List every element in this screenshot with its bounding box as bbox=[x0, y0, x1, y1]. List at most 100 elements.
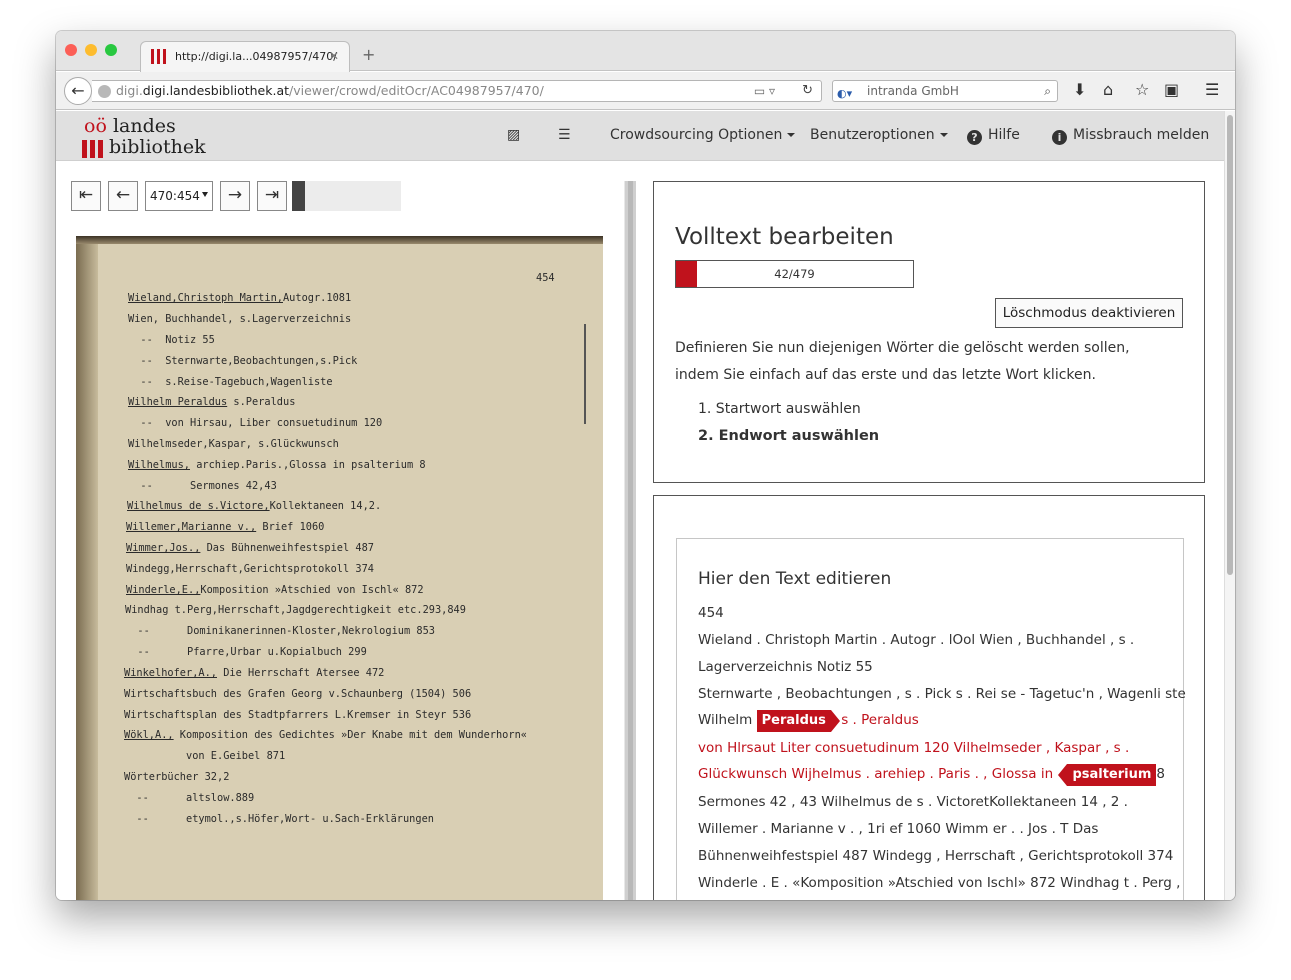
help-link[interactable]: ? Hilfe bbox=[967, 127, 1020, 145]
bookmark-star-icon[interactable]: ☆ bbox=[1135, 80, 1149, 99]
new-tab-button[interactable]: + bbox=[362, 45, 375, 64]
scan-top-edge bbox=[76, 236, 603, 244]
end-word-marker[interactable]: psalterium bbox=[1058, 764, 1157, 786]
download-icon[interactable]: ⬇ bbox=[1073, 80, 1086, 99]
image-view-icon[interactable]: ▨ bbox=[507, 127, 520, 143]
list-view-icon[interactable]: ☰ bbox=[558, 127, 571, 143]
search-icon[interactable]: ⌕ bbox=[1044, 81, 1051, 101]
scan-line: Winderle,E.,Komposition »Atschied von Is… bbox=[126, 584, 424, 596]
ocr-selected-line[interactable]: von Hlrsaut Liter consuetudinum 120 Vilh… bbox=[698, 740, 1129, 756]
splitter-handle[interactable] bbox=[628, 181, 633, 900]
panel-splitter[interactable] bbox=[624, 181, 636, 900]
scan-line: Willemer,Marianne v., Brief 1060 bbox=[126, 521, 324, 533]
scan-entry-text: -- Dominikanerinnen-Kloster,Nekrologium … bbox=[125, 625, 435, 637]
scan-line: Wien, Buchhandel, s.Lagerverzeichnis bbox=[128, 313, 351, 325]
disable-delete-mode-button[interactable]: Löschmodus deaktivieren bbox=[995, 298, 1183, 328]
browser-tab[interactable]: http://digi.la...04987957/470/ ✕ bbox=[140, 41, 350, 72]
reader-view-icon[interactable]: ▭ ▿ bbox=[754, 81, 775, 101]
start-word-marker[interactable]: Peraldus bbox=[756, 710, 841, 732]
library-logo[interactable]: oö landes bibliothek bbox=[82, 115, 222, 159]
edit-fulltext-panel: Volltext bearbeiten 42/479 Löschmodus de… bbox=[653, 181, 1205, 483]
text-edit-box: Hier den Text editieren 454 Wieland . Ch… bbox=[676, 538, 1186, 900]
page-scrollbar[interactable] bbox=[1224, 111, 1235, 900]
scan-entry-text: s.Peraldus bbox=[227, 396, 296, 408]
scan-entry-text: Das Bühnenweihfestspiel 487 bbox=[200, 542, 374, 554]
close-window-button[interactable] bbox=[65, 44, 77, 56]
ocr-line[interactable]: Wieland . Christoph Martin . Autogr . lO… bbox=[698, 632, 1134, 648]
ocr-line[interactable]: Winderle . E . «Komposition »Atschied vo… bbox=[698, 875, 1180, 891]
user-options-menu[interactable]: Benutzeroptionen bbox=[810, 127, 948, 143]
scan-entry-text: Wirtschaftsplan des Stadtpfarrers L.Krem… bbox=[124, 709, 472, 721]
search-box[interactable]: ◐▾ intranda GmbH ⌕ bbox=[832, 80, 1058, 102]
logo-line-2: bibliothek bbox=[109, 136, 206, 158]
scrollbar-thumb[interactable] bbox=[1227, 115, 1233, 575]
scan-entry-text: Wörterbücher 32,2 bbox=[124, 771, 230, 783]
scan-line: Wirtschaftsbuch des Grafen Georg v.Schau… bbox=[124, 688, 471, 700]
scan-entry-text: -- altslow.889 bbox=[124, 792, 255, 804]
search-engine-icon[interactable]: ◐▾ bbox=[837, 84, 859, 100]
scan-entry-text: Komposition »Atschied von Ischl« 872 bbox=[200, 584, 424, 596]
ocr-line[interactable]: Sternwarte , Beobachtungen , s . Pick s … bbox=[698, 686, 1186, 702]
last-page-button[interactable]: ⇥ bbox=[257, 181, 287, 211]
question-circle-icon: ? bbox=[967, 130, 982, 145]
page-progress-fill bbox=[292, 181, 306, 211]
step-end-word: 2. Endwort auswählen bbox=[698, 428, 880, 444]
scan-line: Wilhelmus de s.Victore,Kollektaneen 14,2… bbox=[127, 500, 381, 512]
ocr-line[interactable]: Bühnenweihfestspiel 487 Windegg , Herrsc… bbox=[698, 848, 1173, 864]
scan-entry-text: -- s.Reise-Tagebuch,Wagenliste bbox=[128, 376, 333, 388]
scan-entry-text: Komposition des Gedichtes »Der Knabe mit… bbox=[173, 729, 527, 741]
scan-line: Winkelhofer,A., Die Herrschaft Atersee 4… bbox=[124, 667, 384, 679]
next-page-button[interactable]: → bbox=[220, 181, 250, 211]
scan-line: Wirtschaftsplan des Stadtpfarrers L.Krem… bbox=[124, 709, 471, 721]
scan-line: Windhag t.Perg,Herrschaft,Jagdgerechtigk… bbox=[125, 604, 466, 616]
ocr-word[interactable]: 8 bbox=[1156, 766, 1165, 782]
ocr-line[interactable]: Willemer . Marianne v . , 1ri ef 1060 Wi… bbox=[698, 821, 1098, 837]
scan-line: -- altslow.889 bbox=[124, 792, 254, 804]
ocr-word[interactable]: Wilhelm bbox=[698, 712, 752, 728]
reload-icon[interactable]: ↻ bbox=[802, 81, 813, 101]
crowdsourcing-menu[interactable]: Crowdsourcing Optionen bbox=[610, 127, 796, 143]
site-header: oö landes bibliothek ▨ ☰ Crowdsourcing O… bbox=[56, 111, 1224, 161]
ocr-line-with-end-tag: Glückwunsch Wijhelmus . arehiep . Paris … bbox=[698, 764, 1165, 786]
minimize-window-button[interactable] bbox=[85, 44, 97, 56]
edit-progress-bar: 42/479 bbox=[675, 260, 914, 288]
page-progress-bar bbox=[292, 181, 401, 211]
previous-page-button[interactable]: ← bbox=[108, 181, 138, 211]
scan-line: -- Dominikanerinnen-Kloster,Nekrologium … bbox=[125, 625, 435, 637]
logo-line-1: oö landes bbox=[84, 115, 176, 137]
scan-line: -- Sternwarte,Beobachtungen,s.Pick bbox=[128, 355, 357, 367]
ocr-line[interactable]: Sermones 42 , 43 Wilhelmus de s . Victor… bbox=[698, 794, 1128, 810]
scan-entry-text: -- von Hirsau, Liber consuetudinum 120 bbox=[128, 417, 383, 429]
ocr-selected-text[interactable]: s . Peraldus bbox=[841, 712, 919, 728]
hamburger-menu-icon[interactable]: ☰ bbox=[1205, 80, 1219, 99]
report-abuse-link[interactable]: i Missbrauch melden bbox=[1052, 127, 1209, 145]
scan-line: Wökl,A., Komposition des Gedichtes »Der … bbox=[124, 729, 527, 741]
reading-list-icon[interactable]: ▣ bbox=[1164, 80, 1179, 99]
url-bar[interactable]: digi.digi.landesbibliothek.at/viewer/cro… bbox=[92, 80, 822, 102]
browser-window: http://digi.la...04987957/470/ ✕ + ← dig… bbox=[56, 31, 1235, 900]
edit-progress-fill bbox=[676, 261, 697, 287]
document-scan[interactable]: 454 Wieland,Christoph Martin,Autogr.1081… bbox=[76, 236, 603, 900]
ocr-line[interactable]: 454 bbox=[698, 605, 724, 621]
scan-underlined-entry: Wilhelmus de s.Victore, bbox=[127, 500, 270, 512]
tab-bar: http://digi.la...04987957/470/ ✕ + bbox=[56, 31, 1235, 72]
back-button[interactable]: ← bbox=[64, 77, 92, 105]
scan-underlined-entry: Wilhelmus, bbox=[128, 459, 190, 471]
page-content: oö landes bibliothek ▨ ☰ Crowdsourcing O… bbox=[56, 111, 1224, 900]
scan-line: Windegg,Herrschaft,Gerichtsprotokoll 374 bbox=[126, 563, 374, 575]
panel-title: Volltext bearbeiten bbox=[675, 224, 894, 250]
ocr-line[interactable]: Lagerverzeichnis Notiz 55 bbox=[698, 659, 873, 675]
ocr-selected-text[interactable]: Glückwunsch Wijhelmus . arehiep . Paris … bbox=[698, 766, 1053, 782]
page-select[interactable]: 470:454 bbox=[145, 181, 213, 211]
scan-page-number: 454 bbox=[536, 272, 555, 284]
edit-progress-label: 42/479 bbox=[774, 267, 815, 281]
scan-margin-mark bbox=[584, 324, 586, 424]
scan-line: -- Notiz 55 bbox=[128, 334, 214, 346]
first-page-button[interactable]: ⇤ bbox=[71, 181, 101, 211]
scan-line: -- von Hirsau, Liber consuetudinum 120 bbox=[128, 417, 382, 429]
close-tab-icon[interactable]: ✕ bbox=[329, 49, 339, 63]
home-icon[interactable]: ⌂ bbox=[1103, 80, 1113, 99]
site-favicon-icon bbox=[151, 49, 167, 64]
zoom-window-button[interactable] bbox=[105, 44, 117, 56]
scan-line: -- Pfarre,Urbar u.Kopialbuch 299 bbox=[125, 646, 366, 658]
